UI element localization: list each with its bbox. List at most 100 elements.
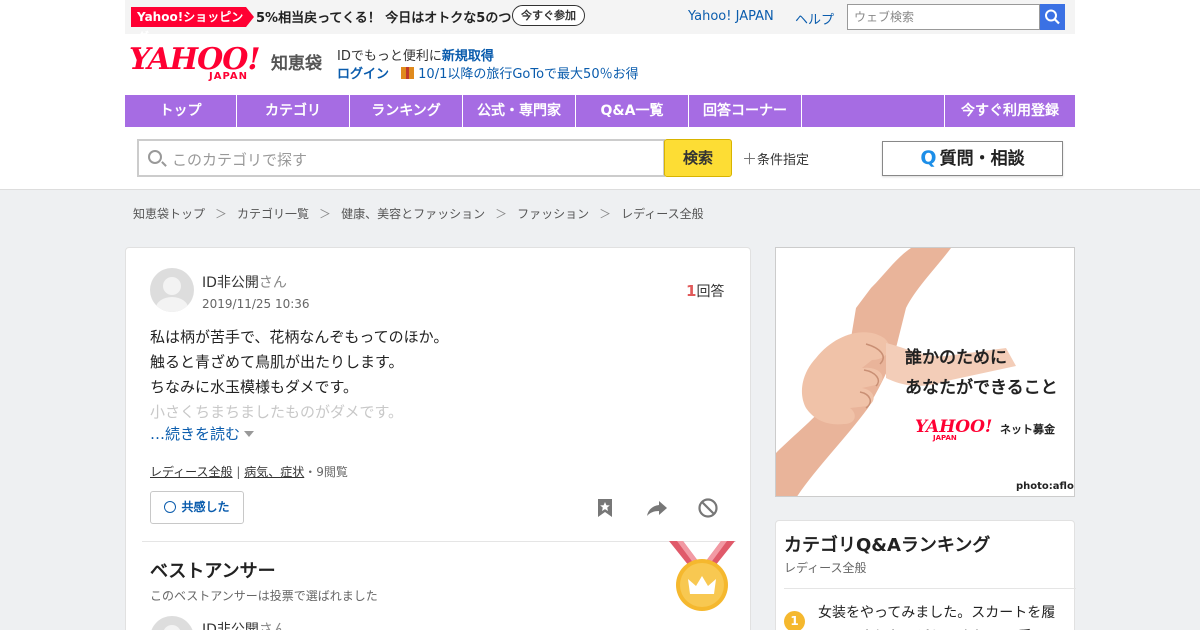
nav-top[interactable]: トップ (125, 95, 237, 127)
tag-separator: | (232, 465, 245, 479)
avatar (150, 268, 194, 312)
breadcrumb: 知恵袋トップ ＞ カテゴリ一覧 ＞ 健康、美容とファッション ＞ ファッション ＞ レディース全… (133, 205, 704, 222)
question-date: 2019/11/25 10:36 (202, 297, 310, 311)
id-promo-text: IDでもっと便利に (337, 49, 442, 64)
nav-qa-list[interactable]: Q&A一覧 (576, 95, 689, 127)
ad-line: 誰かのために (905, 348, 1007, 368)
ranking-title: カテゴリQ&Aランキング (784, 535, 991, 556)
ranking-subtitle: レディース全般 (784, 561, 867, 575)
ask-question-label: 質問・相談 (939, 149, 1025, 169)
smile-icon (164, 501, 177, 513)
block-icon (698, 498, 718, 518)
plus-icon: ＋ (742, 150, 758, 168)
empathy-button[interactable]: 共感した (150, 491, 244, 524)
breadcrumb-separator: ＞ (495, 207, 508, 221)
tag-link[interactable]: レディース全般 (150, 465, 233, 479)
search-button[interactable]: 検索 (664, 139, 732, 177)
tag-link[interactable]: 病気、症状 (244, 465, 304, 479)
promo-join-button[interactable]: 今すぐ参加 (512, 5, 585, 26)
top-bar-inner: Yahoo!ショッピング 5%相当戻ってくる！ 今日はオトクな5のつく日 今すぐ… (125, 0, 1075, 44)
empathy-label: 共感した (181, 500, 230, 514)
site-header: YAHOO! JAPAN 知恵袋 IDでもっと便利に新規取得 ログイン 10/1… (0, 34, 1200, 190)
ad-headline: 誰かのために あなたができること (905, 343, 1058, 403)
gift-icon (401, 67, 415, 79)
shopping-tag[interactable]: Yahoo!ショッピング (131, 7, 254, 44)
category-ranking: カテゴリQ&Aランキング レディース全般 1 女装をやってみました。スカートを履… (775, 520, 1076, 630)
nav-official[interactable]: 公式・専門家 (463, 95, 576, 127)
login-line: ログイン 10/1以降の旅行GoToで最大50％お得 (337, 63, 639, 82)
best-answer-user: ID非公開さん (202, 619, 287, 630)
read-more-link[interactable]: …続きを読む (150, 423, 255, 444)
category-search-input[interactable]: このカテゴリで探す (137, 139, 665, 177)
yahoo-japan-link[interactable]: Yahoo! JAPAN (688, 9, 774, 24)
ask-question-button[interactable]: Q 質問・相談 (882, 141, 1063, 176)
nav-category[interactable]: カテゴリ (237, 95, 350, 127)
share-button[interactable] (646, 497, 668, 519)
logo-sub-text: JAPAN (209, 71, 248, 82)
ad-brand-sub: JAPAN (933, 434, 957, 442)
main-nav: トップ カテゴリ ランキング 公式・専門家 Q&A一覧 回答コーナー 今すぐ利用… (125, 95, 1075, 127)
promo-text[interactable]: 5%相当戻ってくる！ 今日はオトクな5のつく日 (256, 7, 537, 26)
goto-campaign-link[interactable]: 10/1以降の旅行GoToで最大50％お得 (418, 67, 638, 82)
register-now-button[interactable]: 今すぐ利用登録 (945, 95, 1075, 127)
view-count: ・9閲覧 (304, 465, 348, 479)
search-icon (1045, 9, 1060, 25)
user-honorific: さん (258, 622, 287, 630)
question-user: ID非公開さん (202, 272, 287, 292)
web-search-button[interactable] (1040, 4, 1065, 30)
ad-line: あなたができること (905, 378, 1058, 398)
bookmark-icon (598, 499, 612, 517)
donation-ad-banner[interactable]: 誰かのために あなたができること YAHOO! JAPAN ネット募金 phot… (775, 247, 1075, 497)
top-bar: Yahoo!ショッピング 5%相当戻ってくる！ 今日はオトクな5のつく日 今すぐ… (0, 0, 1200, 44)
best-answer-title: ベストアンサー (150, 561, 276, 582)
question-line: 触ると青ざめて鳥肌が出たりします。 (150, 353, 404, 371)
id-promo: IDでもっと便利に新規取得 (337, 45, 494, 64)
question-card: ID非公開さん 2019/11/25 10:36 1回答 私は柄が苦手で、花柄な… (125, 247, 751, 630)
ad-service-name: ネット募金 (1000, 423, 1055, 436)
breadcrumb-item[interactable]: ファッション (517, 207, 589, 221)
answer-count: 1回答 (686, 281, 724, 301)
question-q-icon: Q (920, 147, 937, 169)
web-search-input[interactable]: ウェブ検索 (847, 4, 1040, 30)
question-line-faded: 小さくちまちましたものがダメです。 (150, 403, 404, 421)
question-body: 私は柄が苦手で、花柄なんぞもってのほか。 触ると青ざめて鳥肌が出たりします。 ち… (150, 325, 448, 425)
nav-answer-corner[interactable]: 回答コーナー (689, 95, 802, 127)
user-name: ID非公開 (202, 622, 259, 630)
caret-down-icon (244, 431, 255, 437)
login-link[interactable]: ログイン (337, 67, 389, 82)
breadcrumb-item[interactable]: 知恵袋トップ (133, 207, 205, 221)
best-answer-note: このベストアンサーは投票で選ばれました (150, 589, 378, 603)
nav-ranking[interactable]: ランキング (350, 95, 463, 127)
answer-count-label: 回答 (696, 284, 725, 300)
breadcrumb-item[interactable]: カテゴリ一覧 (237, 207, 309, 221)
ranking-item-link[interactable]: 女装をやってみました。スカートを履いてみました。どうですか？ 可愛い (818, 601, 1058, 630)
search-conditions-link[interactable]: ＋条件指定 (742, 148, 809, 169)
search-conditions-label: 条件指定 (757, 153, 810, 168)
breadcrumb-separator: ＞ (599, 207, 612, 221)
ad-photo-credit: photo:aflo (1016, 481, 1074, 492)
read-more-label: …続きを読む (150, 425, 241, 443)
question-line: 私は柄が苦手で、花柄なんぞもってのほか。 (150, 328, 449, 346)
category-search-placeholder: このカテゴリで探す (172, 151, 308, 169)
user-name: ID非公開 (202, 275, 259, 291)
yahoo-logo[interactable]: YAHOO! JAPAN (129, 42, 261, 82)
help-link[interactable]: ヘルプ (795, 9, 834, 28)
question-line: ちなみに水玉模様もダメです。 (150, 378, 359, 396)
avatar (150, 616, 194, 630)
breadcrumb-separator: ＞ (215, 207, 228, 221)
search-icon (148, 150, 162, 164)
block-button[interactable] (697, 497, 719, 519)
service-name[interactable]: 知恵袋 (271, 49, 322, 74)
share-icon (647, 501, 667, 516)
breadcrumb-separator: ＞ (319, 207, 332, 221)
divider (784, 588, 1076, 589)
bookmark-button[interactable] (594, 497, 616, 519)
medal-icon (667, 541, 737, 613)
divider (142, 541, 736, 542)
breadcrumb-item[interactable]: 健康、美容とファッション (341, 207, 485, 221)
user-honorific: さん (258, 275, 287, 291)
rank-badge: 1 (784, 611, 805, 630)
register-id-link[interactable]: 新規取得 (442, 49, 494, 64)
nav-spacer (802, 95, 945, 127)
answer-count-number: 1 (686, 282, 697, 300)
